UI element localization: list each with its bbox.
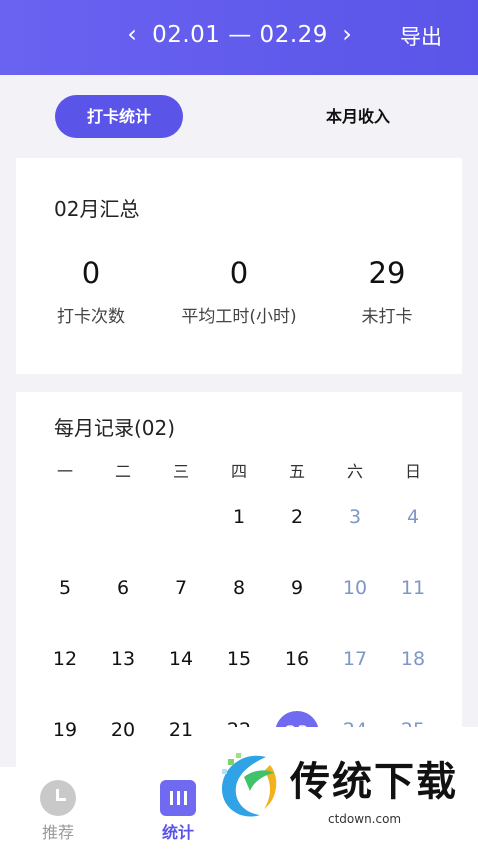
watermark: 传统下载 ctdown.com [198, 727, 478, 850]
date-range-label: 02.01 — 02.29 [152, 22, 328, 48]
stat-label: 平均工时(小时) [181, 307, 297, 327]
stat-checkin-count: 0 打卡次数 [16, 256, 166, 327]
calendar-day[interactable]: 8 [210, 577, 268, 599]
calendar-day[interactable]: 1 [210, 506, 268, 528]
header-bar: ‹ 02.01 — 02.29 › 导出 [0, 0, 478, 75]
calendar-day[interactable]: 11 [384, 577, 442, 599]
summary-title: 02月汇总 [54, 197, 140, 221]
calendar-day[interactable]: 14 [152, 648, 210, 670]
stat-label: 未打卡 [361, 307, 413, 327]
tab-recommend[interactable]: 推荐 [18, 767, 98, 850]
calendar-day[interactable]: 13 [94, 648, 152, 670]
prev-month-button[interactable]: ‹ [120, 20, 144, 48]
clock-icon [40, 780, 76, 816]
stat-value: 0 [229, 256, 249, 290]
calendar-grid: 1234567891011121314151617181920212223242… [36, 392, 444, 772]
stat-avg-hours: 0 平均工时(小时) [164, 256, 314, 327]
summary-card: 02月汇总 0 打卡次数 0 平均工时(小时) 29 未打卡 [16, 158, 462, 374]
calendar-day[interactable]: 6 [94, 577, 152, 599]
calendar-day[interactable]: 15 [210, 648, 268, 670]
stat-value: 29 [368, 256, 406, 290]
calendar-card: 每月记录(02) 一二三四五六日 1 2 3 4 5 6 7 8 9 10 11 12 13 14 15 16… [16, 392, 462, 772]
calendar-day[interactable]: 2 [268, 506, 326, 528]
stat-value: 0 [81, 256, 101, 290]
tab-label: 推荐 [41, 823, 74, 842]
calendar-day[interactable]: 10 [326, 577, 384, 599]
calendar-day[interactable]: 3 [326, 506, 384, 528]
tab-monthly-income[interactable]: 本月收入 [298, 95, 418, 138]
calendar-day[interactable]: 5 [36, 577, 94, 599]
calendar-day[interactable]: 9 [268, 577, 326, 599]
calendar-day[interactable]: 17 [326, 648, 384, 670]
calendar-day[interactable]: 18 [384, 648, 442, 670]
calendar-day[interactable]: 7 [152, 577, 210, 599]
stat-missed: 29 未打卡 [312, 256, 462, 327]
calendar-day[interactable]: 4 [384, 506, 442, 528]
calendar-day[interactable]: 20 [94, 719, 152, 741]
bar-chart-icon [160, 780, 196, 816]
calendar-day[interactable]: 19 [36, 719, 94, 741]
watermark-url: ctdown.com [328, 812, 402, 826]
tab-checkin-stats[interactable]: 打卡统计 [55, 95, 183, 138]
next-month-button[interactable]: › [335, 20, 359, 48]
stat-label: 打卡次数 [57, 307, 125, 327]
watermark-logo-icon [222, 753, 277, 817]
watermark-text: 传统下载 [290, 759, 458, 805]
calendar-day[interactable]: 16 [268, 648, 326, 670]
calendar-day[interactable]: 12 [36, 648, 94, 670]
export-button[interactable]: 导出 [400, 21, 442, 51]
